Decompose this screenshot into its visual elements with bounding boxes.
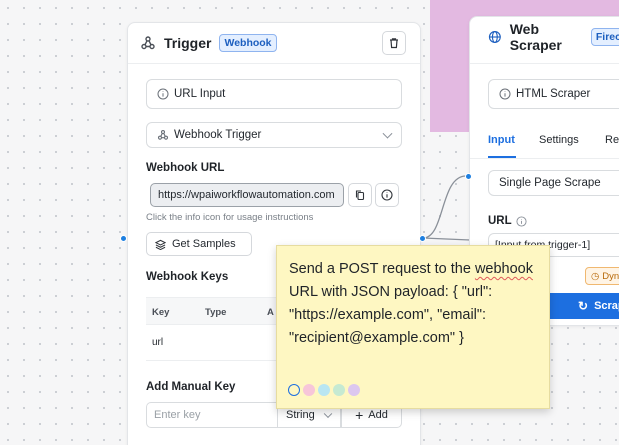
- enter-key-input[interactable]: Enter key: [146, 402, 278, 428]
- scraper-tabs: Input Settings Res: [470, 127, 619, 159]
- note-color-picker: [288, 384, 360, 396]
- usage-hint: Click the info icon for usage instructio…: [146, 212, 314, 223]
- dynamic-chip[interactable]: ◷ Dyn: [585, 267, 619, 285]
- tab-settings[interactable]: Settings: [539, 134, 579, 146]
- dynamic-chip-label: Dyn: [602, 270, 619, 282]
- active-tab-indicator: [488, 156, 516, 158]
- trigger-input-handle[interactable]: [120, 235, 127, 242]
- webhook-badge: Webhook: [219, 34, 277, 52]
- copy-url-button[interactable]: [348, 183, 372, 207]
- key-type-value: String: [286, 409, 315, 421]
- trigger-node-header[interactable]: Trigger Webhook: [128, 23, 420, 63]
- scrape-button-label: Scrap: [594, 300, 619, 312]
- sticky-note[interactable]: Send a POST request to the webhook URL w…: [276, 245, 550, 409]
- trigger-output-handle[interactable]: [419, 235, 426, 242]
- scraper-node-title: Web Scraper: [509, 21, 562, 53]
- webhook-keys-label: Webhook Keys: [146, 271, 229, 283]
- globe-icon: [488, 31, 501, 43]
- tab-input[interactable]: Input: [488, 134, 515, 146]
- col-key: Key: [152, 307, 170, 318]
- info-icon: [157, 88, 169, 100]
- scraper-type-selector[interactable]: HTML Scraper: [488, 79, 619, 109]
- webhook-url-field[interactable]: https://wpaiworkflowautomation.com: [150, 183, 344, 207]
- scraper-node-header[interactable]: Web Scraper Firec: [470, 17, 619, 57]
- col-type: Type: [205, 307, 227, 318]
- info-icon: [516, 216, 527, 227]
- firecrawl-badge: Firec: [590, 28, 619, 46]
- webhook-icon: [157, 129, 169, 140]
- webhook-url-label: Webhook URL: [146, 162, 225, 174]
- add-manual-key-label: Add Manual Key: [146, 381, 236, 393]
- delete-node-button[interactable]: [382, 31, 406, 55]
- url-input-label: URL Input: [174, 88, 226, 100]
- color-option-blue[interactable]: [318, 384, 330, 396]
- info-icon: [381, 189, 393, 201]
- add-key-label: Add: [368, 409, 388, 421]
- header-divider: [128, 63, 420, 64]
- chevron-down-icon: [323, 409, 333, 419]
- url-input-selector[interactable]: URL Input: [146, 79, 402, 109]
- stack-icon: [155, 239, 166, 250]
- refresh-icon: ↻: [578, 299, 589, 313]
- plus-icon: +: [355, 407, 364, 423]
- sticky-note-text[interactable]: Send a POST request to the webhook URL w…: [289, 258, 537, 350]
- row-key: url: [152, 337, 164, 348]
- note-text-part: URL with JSON payload: { "url": "https:/…: [289, 284, 493, 346]
- color-option-purple[interactable]: [348, 384, 360, 396]
- color-option-pink[interactable]: [303, 384, 315, 396]
- header-divider: [470, 63, 619, 64]
- info-button[interactable]: [375, 183, 399, 207]
- trash-icon: [390, 38, 398, 49]
- get-samples-label: Get Samples: [172, 238, 236, 250]
- url-label: URL: [488, 215, 512, 227]
- trigger-node-title: Trigger: [164, 35, 212, 51]
- scrape-mode-select[interactable]: Single Page Scrape: [488, 170, 619, 196]
- col-a: A: [267, 307, 274, 318]
- trigger-type-select[interactable]: Webhook Trigger: [146, 122, 402, 148]
- note-text-part: Send a POST request to the: [289, 261, 475, 277]
- chevron-down-icon: [382, 128, 393, 139]
- color-option-green[interactable]: [333, 384, 345, 396]
- scraper-input-handle[interactable]: [465, 173, 472, 180]
- clock-icon: ◷: [591, 270, 600, 282]
- scraper-type-value: HTML Scraper: [516, 88, 591, 100]
- webhook-icon: [141, 36, 155, 50]
- get-samples-button[interactable]: Get Samples: [146, 232, 252, 256]
- note-text-misspelled: webhook: [474, 261, 533, 277]
- copy-icon: [355, 190, 365, 201]
- trigger-type-value: Webhook Trigger: [174, 129, 262, 141]
- color-option-yellow[interactable]: [288, 384, 300, 396]
- info-icon: [499, 88, 511, 100]
- scrape-mode-value: Single Page Scrape: [499, 177, 601, 189]
- tab-results[interactable]: Res: [605, 134, 619, 146]
